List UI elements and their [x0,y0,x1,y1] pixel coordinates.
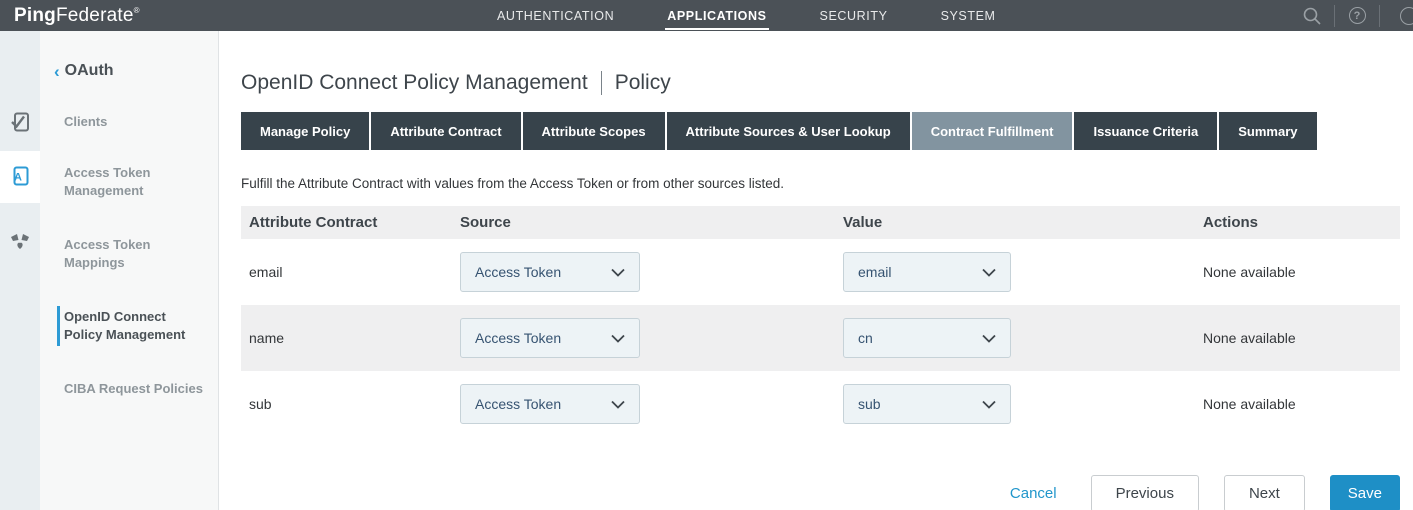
sidebar: A ‹ OAuth Clients Access Token Managemen… [0,31,220,510]
tab-attribute-scopes[interactable]: Attribute Scopes [523,112,665,150]
back-to-oauth-link[interactable]: ‹ OAuth [54,62,114,80]
topbar-divider [1379,5,1380,27]
icon-rail: A [0,31,40,510]
help-glyph: ? [1349,7,1366,24]
nav-system[interactable]: SYSTEM [939,9,998,23]
topbar-divider [1334,5,1335,27]
page-description: Fulfill the Attribute Contract with valu… [241,176,1400,191]
value-dropdown-row1[interactable]: email [843,252,1011,292]
avatar [1400,7,1413,25]
actions-none-available: None available [1203,396,1400,412]
source-dropdown-row1[interactable]: Access Token [460,252,640,292]
federation-section-icon[interactable] [8,229,32,253]
topbar: PingFederate® AUTHENTICATION APPLICATION… [0,0,1413,31]
wizard-tabs: Manage Policy Attribute Contract Attribu… [241,112,1400,150]
value-dropdown-row3[interactable]: sub [843,384,1011,424]
col-header-actions: Actions [1203,214,1400,231]
fulfillment-table: Attribute Contract Source Value Actions … [241,206,1400,437]
sidebar-panel: ‹ OAuth Clients Access Token Management … [40,31,219,510]
chevron-left-icon: ‹ [54,63,60,80]
value-dropdown-value: sub [858,396,881,412]
page-title: OpenID Connect Policy Management Policy [241,71,1400,95]
top-navigation: AUTHENTICATION APPLICATIONS SECURITY SYS… [495,0,998,31]
sidebar-item-access-token-management[interactable]: Access Token Management [64,164,204,200]
chevron-down-icon [611,268,625,277]
footer-actions: Cancel Previous Next Save [241,475,1400,510]
actions-none-available: None available [1203,264,1400,280]
chevron-down-icon [982,268,996,277]
back-label: OAuth [65,62,114,80]
tab-attribute-contract[interactable]: Attribute Contract [371,112,520,150]
table-header-row: Attribute Contract Source Value Actions [241,206,1400,239]
attribute-name: email [241,264,460,280]
clients-section-icon[interactable] [8,110,32,134]
value-dropdown-value: cn [858,330,873,346]
tab-manage-policy[interactable]: Manage Policy [241,112,369,150]
oauth-letter: A [14,172,22,184]
cancel-link[interactable]: Cancel [1010,485,1057,502]
table-row: name Access Token cn None available [241,305,1400,371]
value-dropdown-row2[interactable]: cn [843,318,1011,358]
chevron-down-icon [611,400,625,409]
source-dropdown-row2[interactable]: Access Token [460,318,640,358]
value-dropdown-value: email [858,264,891,280]
pingfederate-logo[interactable]: PingFederate® [14,5,140,27]
source-dropdown-value: Access Token [475,264,561,280]
previous-button[interactable]: Previous [1091,475,1199,510]
topbar-icons: ? [1301,0,1413,31]
chevron-down-icon [982,334,996,343]
table-row: sub Access Token sub None available [241,371,1400,437]
actions-none-available: None available [1203,330,1400,346]
chevron-down-icon [982,400,996,409]
sidebar-item-access-token-mappings[interactable]: Access Token Mappings [64,236,204,272]
page-subtitle: Policy [601,71,671,95]
tab-summary[interactable]: Summary [1219,112,1316,150]
tab-issuance-criteria[interactable]: Issuance Criteria [1074,112,1217,150]
nav-authentication[interactable]: AUTHENTICATION [495,9,616,23]
page-title-text: OpenID Connect Policy Management [241,71,588,95]
table-row: email Access Token email None available [241,239,1400,305]
tab-attribute-sources-user-lookup[interactable]: Attribute Sources & User Lookup [667,112,910,150]
attribute-name: sub [241,396,460,412]
chevron-down-icon [611,334,625,343]
attribute-name: name [241,330,460,346]
source-dropdown-value: Access Token [475,330,561,346]
col-header-attribute-contract: Attribute Contract [241,214,460,231]
brand-regular: Federate [56,5,134,26]
brand-bold: Ping [14,5,56,26]
col-header-source: Source [460,214,843,231]
source-dropdown-value: Access Token [475,396,561,412]
sidebar-item-clients[interactable]: Clients [64,113,204,131]
source-dropdown-row3[interactable]: Access Token [460,384,640,424]
main-content: OpenID Connect Policy Management Policy … [220,31,1413,510]
search-icon[interactable] [1301,5,1323,27]
col-header-value: Value [843,214,1203,231]
help-icon[interactable]: ? [1346,5,1368,27]
save-button[interactable]: Save [1330,475,1400,510]
nav-security[interactable]: SECURITY [818,9,890,23]
registered-mark: ® [134,6,140,15]
nav-applications[interactable]: APPLICATIONS [665,9,768,23]
sidebar-item-openid-connect-policy-management[interactable]: OpenID Connect Policy Management [64,308,204,344]
oauth-section-icon[interactable]: A [8,164,32,188]
next-button[interactable]: Next [1224,475,1305,510]
user-account-icon[interactable] [1391,5,1413,27]
sidebar-item-ciba-request-policies[interactable]: CIBA Request Policies [64,380,204,398]
tab-contract-fulfillment[interactable]: Contract Fulfillment [912,112,1073,150]
